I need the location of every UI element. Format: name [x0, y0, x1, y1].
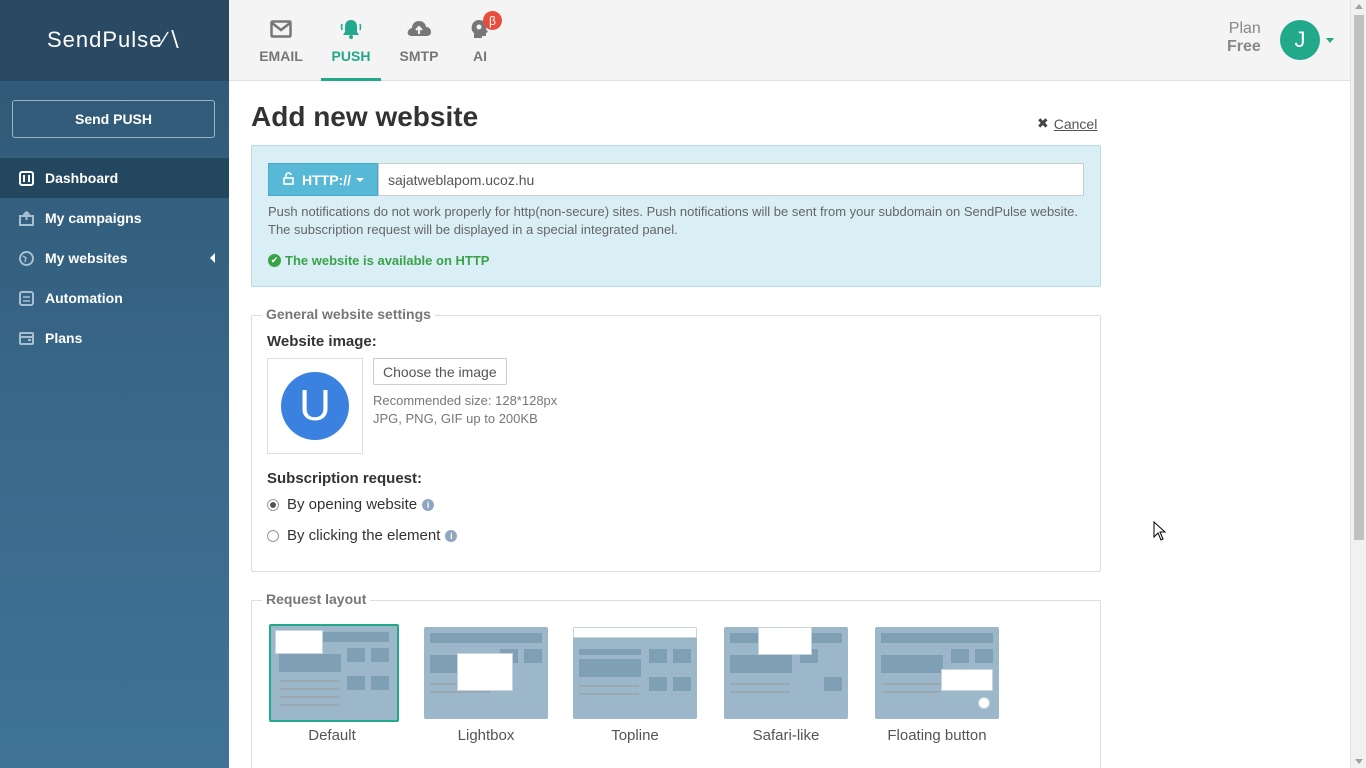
caret-down-icon: [356, 177, 364, 182]
http-status: ✔ The website is available on HTTP: [268, 253, 489, 268]
image-hint-size: Recommended size: 128*128px: [373, 393, 558, 408]
layout-thumbnail: [424, 627, 548, 719]
sidebar-item-label: Dashboard: [45, 170, 119, 186]
info-icon[interactable]: i: [445, 529, 458, 542]
layout-thumbnail: [724, 627, 848, 719]
plan-value: Free: [1227, 38, 1261, 55]
beta-badge: β: [483, 11, 502, 30]
layout-thumbnail: [269, 624, 399, 722]
unlock-icon: [283, 171, 294, 188]
protocol-dropdown[interactable]: HTTP://: [268, 163, 378, 196]
page-scrollbar[interactable]: [1350, 0, 1366, 768]
radio-label: By clicking the element: [287, 527, 441, 544]
request-layout: Request layout Default Lightbox Topline …: [251, 591, 1101, 768]
close-icon: ✖: [1037, 115, 1049, 131]
cancel-link[interactable]: ✖ Cancel: [1037, 115, 1097, 132]
layout-label: Floating button: [887, 727, 987, 744]
layout-label: Topline: [611, 727, 659, 744]
cloud-upload-icon: [406, 18, 432, 40]
layout-option-lightbox[interactable]: Lightbox: [423, 627, 549, 744]
sidebar-item-label: Automation: [45, 290, 123, 306]
page-title: Add new website: [251, 101, 479, 132]
choose-image-button[interactable]: Choose the image: [373, 358, 507, 385]
tab-ai[interactable]: β AI: [450, 0, 510, 81]
scroll-down-arrow-icon[interactable]: [1355, 759, 1363, 764]
chevron-down-icon[interactable]: [1326, 38, 1334, 43]
layout-label: Default: [308, 727, 356, 744]
general-settings: General website settings Website image: …: [251, 306, 1101, 572]
dashboard-icon: [18, 170, 34, 186]
tab-label: PUSH: [331, 48, 371, 64]
protocol-label: HTTP://: [302, 171, 351, 188]
automation-icon: [18, 290, 34, 306]
avatar[interactable]: J: [1280, 20, 1320, 60]
tab-label: EMAIL: [259, 48, 303, 64]
sidebar-item-automation[interactable]: Automation: [0, 278, 229, 318]
layout-option-topline[interactable]: Topline: [572, 627, 698, 744]
website-image-initial: U: [281, 372, 349, 440]
tab-label: AI: [473, 48, 487, 64]
sidebar-item-campaigns[interactable]: My campaigns: [0, 198, 229, 238]
tab-email[interactable]: EMAIL: [251, 0, 311, 81]
layout-option-safari-like[interactable]: Safari-like: [723, 627, 849, 744]
sidebar-item-websites[interactable]: My websites: [0, 238, 229, 278]
website-url-input[interactable]: sajatweblapom.ucoz.hu: [378, 163, 1084, 196]
sidebar-item-label: My websites: [45, 250, 128, 266]
layout-label: Safari-like: [752, 727, 820, 744]
tab-push[interactable]: PUSH: [321, 0, 381, 81]
bell-icon: [340, 18, 362, 40]
layout-option-floating-button[interactable]: Floating button: [874, 627, 1000, 744]
sidebar-item-label: Plans: [45, 330, 83, 346]
cancel-label: Cancel: [1053, 115, 1098, 132]
image-hint: Recommended size: 128*128px JPG, PNG, GI…: [373, 392, 557, 428]
http-status-text: The website is available on HTTP: [285, 253, 490, 268]
http-note: Push notifications do not work properly …: [268, 204, 1079, 237]
plan-info[interactable]: Plan Free: [1227, 20, 1261, 56]
website-image-preview: U: [267, 358, 363, 454]
layout-label: Lightbox: [457, 727, 515, 744]
chevron-left-icon: [210, 253, 215, 263]
radio-label: By opening website: [287, 496, 418, 513]
layout-thumbnail: [573, 627, 697, 719]
sidebar-nav: Dashboard My campaigns My websites Autom…: [0, 158, 229, 358]
request-layout-legend: Request layout: [262, 591, 371, 607]
plans-icon: [18, 330, 34, 346]
logo[interactable]: SendPulse∕∖: [0, 0, 229, 81]
top-bar: EMAIL PUSH SMTP β AI Plan Free J: [229, 0, 1350, 81]
scroll-thumb[interactable]: [1354, 15, 1364, 540]
send-push-button[interactable]: Send PUSH: [12, 100, 215, 138]
sidebar-item-dashboard[interactable]: Dashboard: [0, 158, 229, 198]
layout-option-default[interactable]: Default: [269, 624, 399, 744]
tab-smtp[interactable]: SMTP: [389, 0, 449, 81]
tab-label: SMTP: [399, 48, 439, 64]
radio-by-clicking-element[interactable]: By clicking the element i: [267, 527, 458, 544]
plan-label: Plan: [1228, 20, 1261, 37]
http-info-box: HTTP:// sajatweblapom.ucoz.hu Push notif…: [251, 145, 1101, 287]
subscription-request-label: Subscription request:: [267, 470, 423, 487]
general-settings-legend: General website settings: [262, 306, 435, 322]
layout-thumbnail: [875, 627, 999, 719]
logo-text: SendPulse∕∖: [46, 27, 183, 52]
image-hint-formats: JPG, PNG, GIF up to 200KB: [373, 411, 538, 426]
sidebar-item-plans[interactable]: Plans: [0, 318, 229, 358]
sidebar-item-label: My campaigns: [45, 210, 142, 226]
campaigns-icon: [18, 210, 34, 226]
envelope-icon: [270, 18, 292, 40]
scroll-up-arrow-icon[interactable]: [1355, 4, 1363, 9]
info-icon[interactable]: i: [422, 498, 435, 511]
radio-button[interactable]: [267, 498, 279, 511]
website-image-label: Website image:: [267, 333, 377, 350]
radio-button[interactable]: [267, 529, 279, 542]
check-circle-icon: ✔: [268, 254, 281, 267]
sidebar: SendPulse∕∖ Send PUSH Dashboard My campa…: [0, 0, 229, 768]
radio-by-opening-website[interactable]: By opening website i: [267, 496, 435, 513]
websites-icon: [18, 250, 34, 266]
